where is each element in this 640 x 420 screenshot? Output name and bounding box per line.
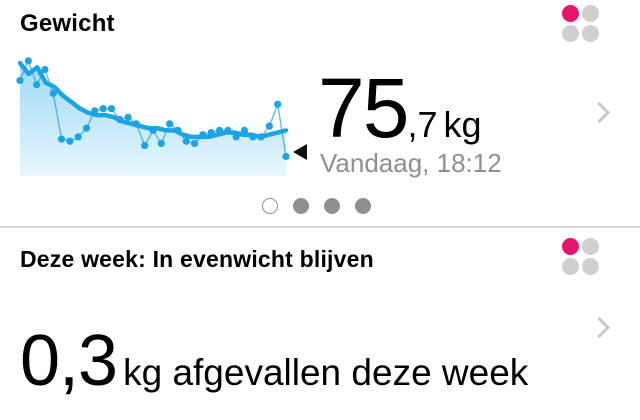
logo-petal-grey xyxy=(562,258,579,275)
data-point xyxy=(132,120,140,128)
weekly-loss-value: 0,3 xyxy=(20,321,118,401)
data-point xyxy=(166,120,174,128)
data-point xyxy=(182,137,190,145)
page-dot[interactable] xyxy=(355,198,371,214)
data-point xyxy=(82,124,91,132)
logo-petal-grey xyxy=(562,25,579,42)
flower-logo-icon xyxy=(562,5,600,43)
data-point xyxy=(107,105,116,113)
data-point xyxy=(282,152,290,161)
weekly-loss-text: kg afgevallen deze week xyxy=(123,352,529,393)
current-weight: 75,7 kg xyxy=(318,66,482,150)
logo-petal-grey xyxy=(582,258,599,275)
weight-card-title: Gewicht xyxy=(20,10,115,37)
week-card-title: Deze week: In evenwicht blijven xyxy=(20,246,374,272)
triangle-left-icon xyxy=(293,144,307,160)
data-point xyxy=(190,139,199,148)
weight-value-integer: 75 xyxy=(318,61,409,155)
data-point xyxy=(33,81,41,89)
data-point xyxy=(16,76,24,85)
weight-card[interactable]: Gewicht 75,7 kg Vandaag, 18:12 xyxy=(0,0,640,226)
chevron-right-icon[interactable] xyxy=(588,101,611,124)
data-point xyxy=(240,126,249,134)
chevron-right-icon[interactable] xyxy=(588,316,611,339)
data-point xyxy=(207,128,215,137)
logo-petal-pink xyxy=(562,5,579,22)
data-point xyxy=(49,89,57,98)
data-point xyxy=(24,57,32,65)
data-point xyxy=(249,133,257,141)
data-point xyxy=(66,137,74,145)
weekly-loss: 0,3 kg afgevallen deze week xyxy=(20,320,528,402)
logo-petal-pink xyxy=(562,238,579,255)
week-card[interactable]: Deze week: In evenwicht blijven 0,3 kg af… xyxy=(0,228,640,420)
weight-timestamp: Vandaag, 18:12 xyxy=(320,148,502,178)
data-point xyxy=(232,133,240,141)
data-point xyxy=(116,115,124,124)
page-dot[interactable] xyxy=(293,198,309,214)
data-point xyxy=(157,139,165,148)
data-point xyxy=(257,133,265,141)
data-point xyxy=(99,105,107,113)
data-point xyxy=(199,131,207,139)
data-point xyxy=(265,122,273,130)
data-point xyxy=(274,100,282,108)
logo-petal-grey xyxy=(582,5,599,22)
page-dot[interactable] xyxy=(324,198,340,214)
data-point xyxy=(149,126,157,134)
logo-petal-grey xyxy=(582,25,599,42)
data-point xyxy=(174,126,182,134)
flower-logo-icon xyxy=(562,238,600,276)
data-point xyxy=(74,133,82,141)
weight-value-decimal: ,7 xyxy=(407,104,438,145)
weight-trend-chart xyxy=(16,57,290,176)
data-point xyxy=(124,113,132,121)
trend-area xyxy=(20,63,286,176)
weight-unit: kg xyxy=(443,104,482,145)
page-dot[interactable] xyxy=(262,198,278,214)
data-point xyxy=(57,135,66,143)
data-point xyxy=(215,126,224,134)
data-point xyxy=(141,141,149,150)
logo-petal-grey xyxy=(582,238,599,255)
data-point xyxy=(224,126,232,134)
data-point xyxy=(91,107,99,115)
data-point xyxy=(41,65,49,74)
